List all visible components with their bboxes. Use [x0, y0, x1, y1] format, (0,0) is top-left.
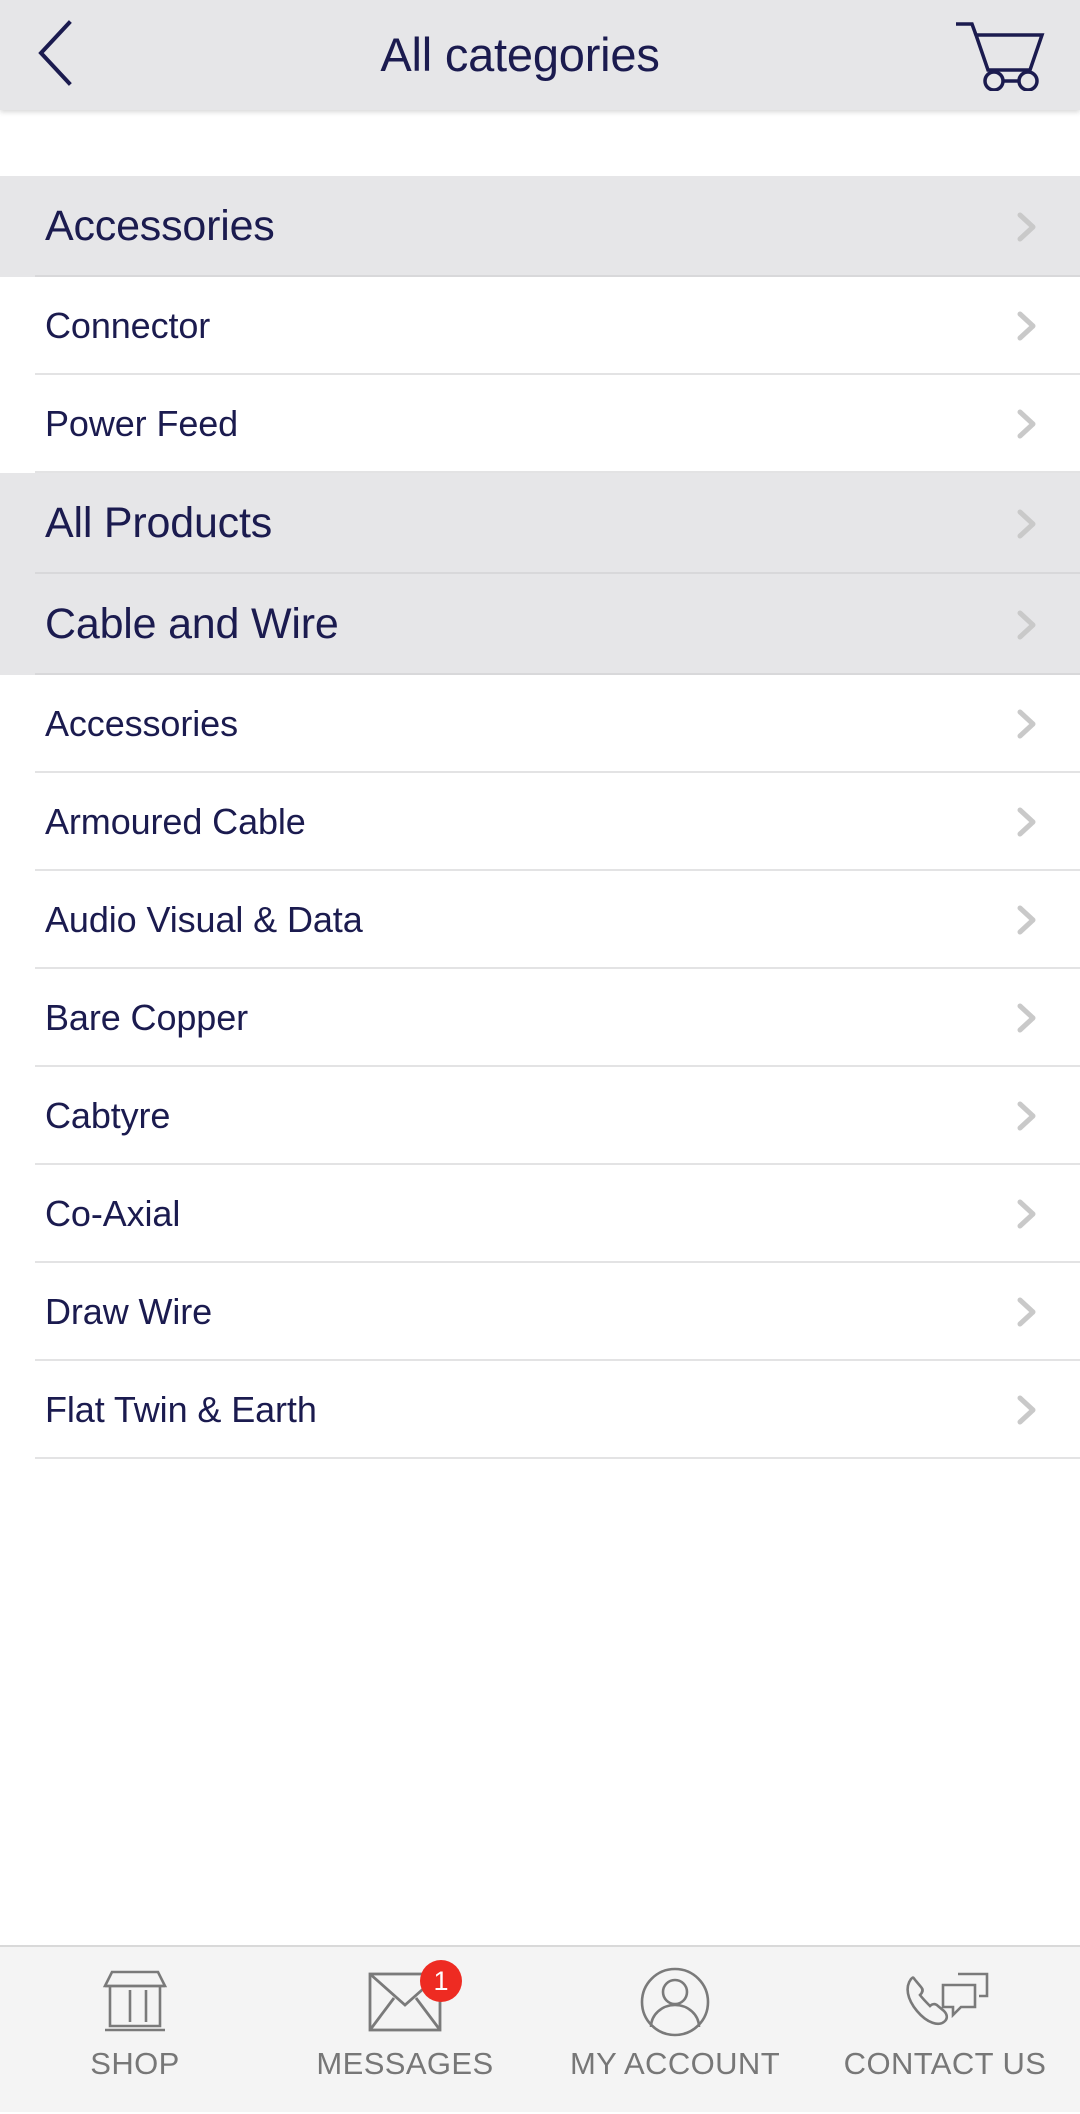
tab-contact-us[interactable]: CONTACT US — [810, 1947, 1080, 2114]
tab-messages[interactable]: 1 MESSAGES — [270, 1947, 540, 2114]
list-item-label: Draw Wire — [45, 1291, 213, 1332]
envelope-icon: 1 — [368, 1960, 462, 2038]
list-item[interactable]: Draw Wire — [0, 1263, 1080, 1361]
chevron-left-icon — [31, 17, 79, 94]
list-divider — [35, 1457, 1080, 1459]
person-circle-icon — [640, 1966, 710, 2038]
chevron-right-icon — [1006, 1096, 1046, 1136]
list-item-label: Cable and Wire — [45, 600, 339, 648]
list-item-label: Audio Visual & Data — [45, 899, 363, 940]
chevron-right-icon — [1006, 306, 1046, 346]
bottom-tab-bar: SHOP 1 MESSAGES MY ACCOUNT CONTACT US — [0, 1945, 1080, 2112]
app-header: All categories — [0, 0, 1080, 110]
list-item-label: Flat Twin & Earth — [45, 1389, 317, 1430]
list-item-label: All Products — [45, 499, 273, 547]
list-item-label: Armoured Cable — [45, 801, 306, 842]
unread-badge: 1 — [420, 1960, 462, 2002]
storefront-icon — [99, 1966, 171, 2038]
list-item[interactable]: Flat Twin & Earth — [0, 1361, 1080, 1459]
list-item[interactable]: Bare Copper — [0, 969, 1080, 1067]
list-item-label: Power Feed — [45, 403, 239, 444]
list-item[interactable]: Accessories — [0, 176, 1080, 277]
chevron-right-icon — [1006, 998, 1046, 1038]
list-item-label: Bare Copper — [45, 997, 249, 1038]
category-list[interactable]: Accessories Connector Power Feed All Produc… — [0, 110, 1080, 1945]
list-item-label: Accessories — [45, 202, 275, 250]
phone-chat-icon — [901, 1966, 989, 2038]
chevron-right-icon — [1006, 704, 1046, 744]
chevron-right-icon — [1006, 900, 1046, 940]
list-item-label: Connector — [45, 305, 211, 346]
chevron-right-icon — [1006, 504, 1046, 544]
chevron-right-icon — [1006, 605, 1046, 645]
tab-label: MESSAGES — [316, 2046, 494, 2081]
list-item-label: Co-Axial — [45, 1193, 181, 1234]
list-item[interactable]: Audio Visual & Data — [0, 871, 1080, 969]
list-item[interactable]: Power Feed — [0, 375, 1080, 473]
chevron-right-icon — [1006, 1292, 1046, 1332]
tab-shop[interactable]: SHOP — [0, 1947, 270, 2114]
tab-my-account[interactable]: MY ACCOUNT — [540, 1947, 810, 2114]
page-title: All categories — [380, 28, 660, 81]
chevron-right-icon — [1006, 1390, 1046, 1430]
shopping-cart-icon — [953, 15, 1045, 96]
list-item[interactable]: Cable and Wire — [0, 574, 1080, 675]
chevron-right-icon — [1006, 802, 1046, 842]
tab-label: MY ACCOUNT — [569, 2046, 781, 2081]
tab-label: SHOP — [90, 2046, 180, 2081]
list-item[interactable]: Armoured Cable — [0, 773, 1080, 871]
list-top-spacer — [0, 110, 1080, 176]
list-item[interactable]: Co-Axial — [0, 1165, 1080, 1263]
list-item[interactable]: All Products — [0, 473, 1080, 574]
list-item[interactable]: Accessories — [0, 675, 1080, 773]
list-item-label: Accessories — [45, 703, 238, 744]
chevron-right-icon — [1006, 1194, 1046, 1234]
list-item[interactable]: Connector — [0, 277, 1080, 375]
back-button[interactable] — [0, 0, 110, 110]
cart-button[interactable] — [930, 0, 1080, 110]
list-item-label: Cabtyre — [45, 1095, 171, 1136]
list-item[interactable]: Cabtyre — [0, 1067, 1080, 1165]
chevron-right-icon — [1006, 207, 1046, 247]
tab-label: CONTACT US — [843, 2046, 1047, 2081]
chevron-right-icon — [1006, 404, 1046, 444]
